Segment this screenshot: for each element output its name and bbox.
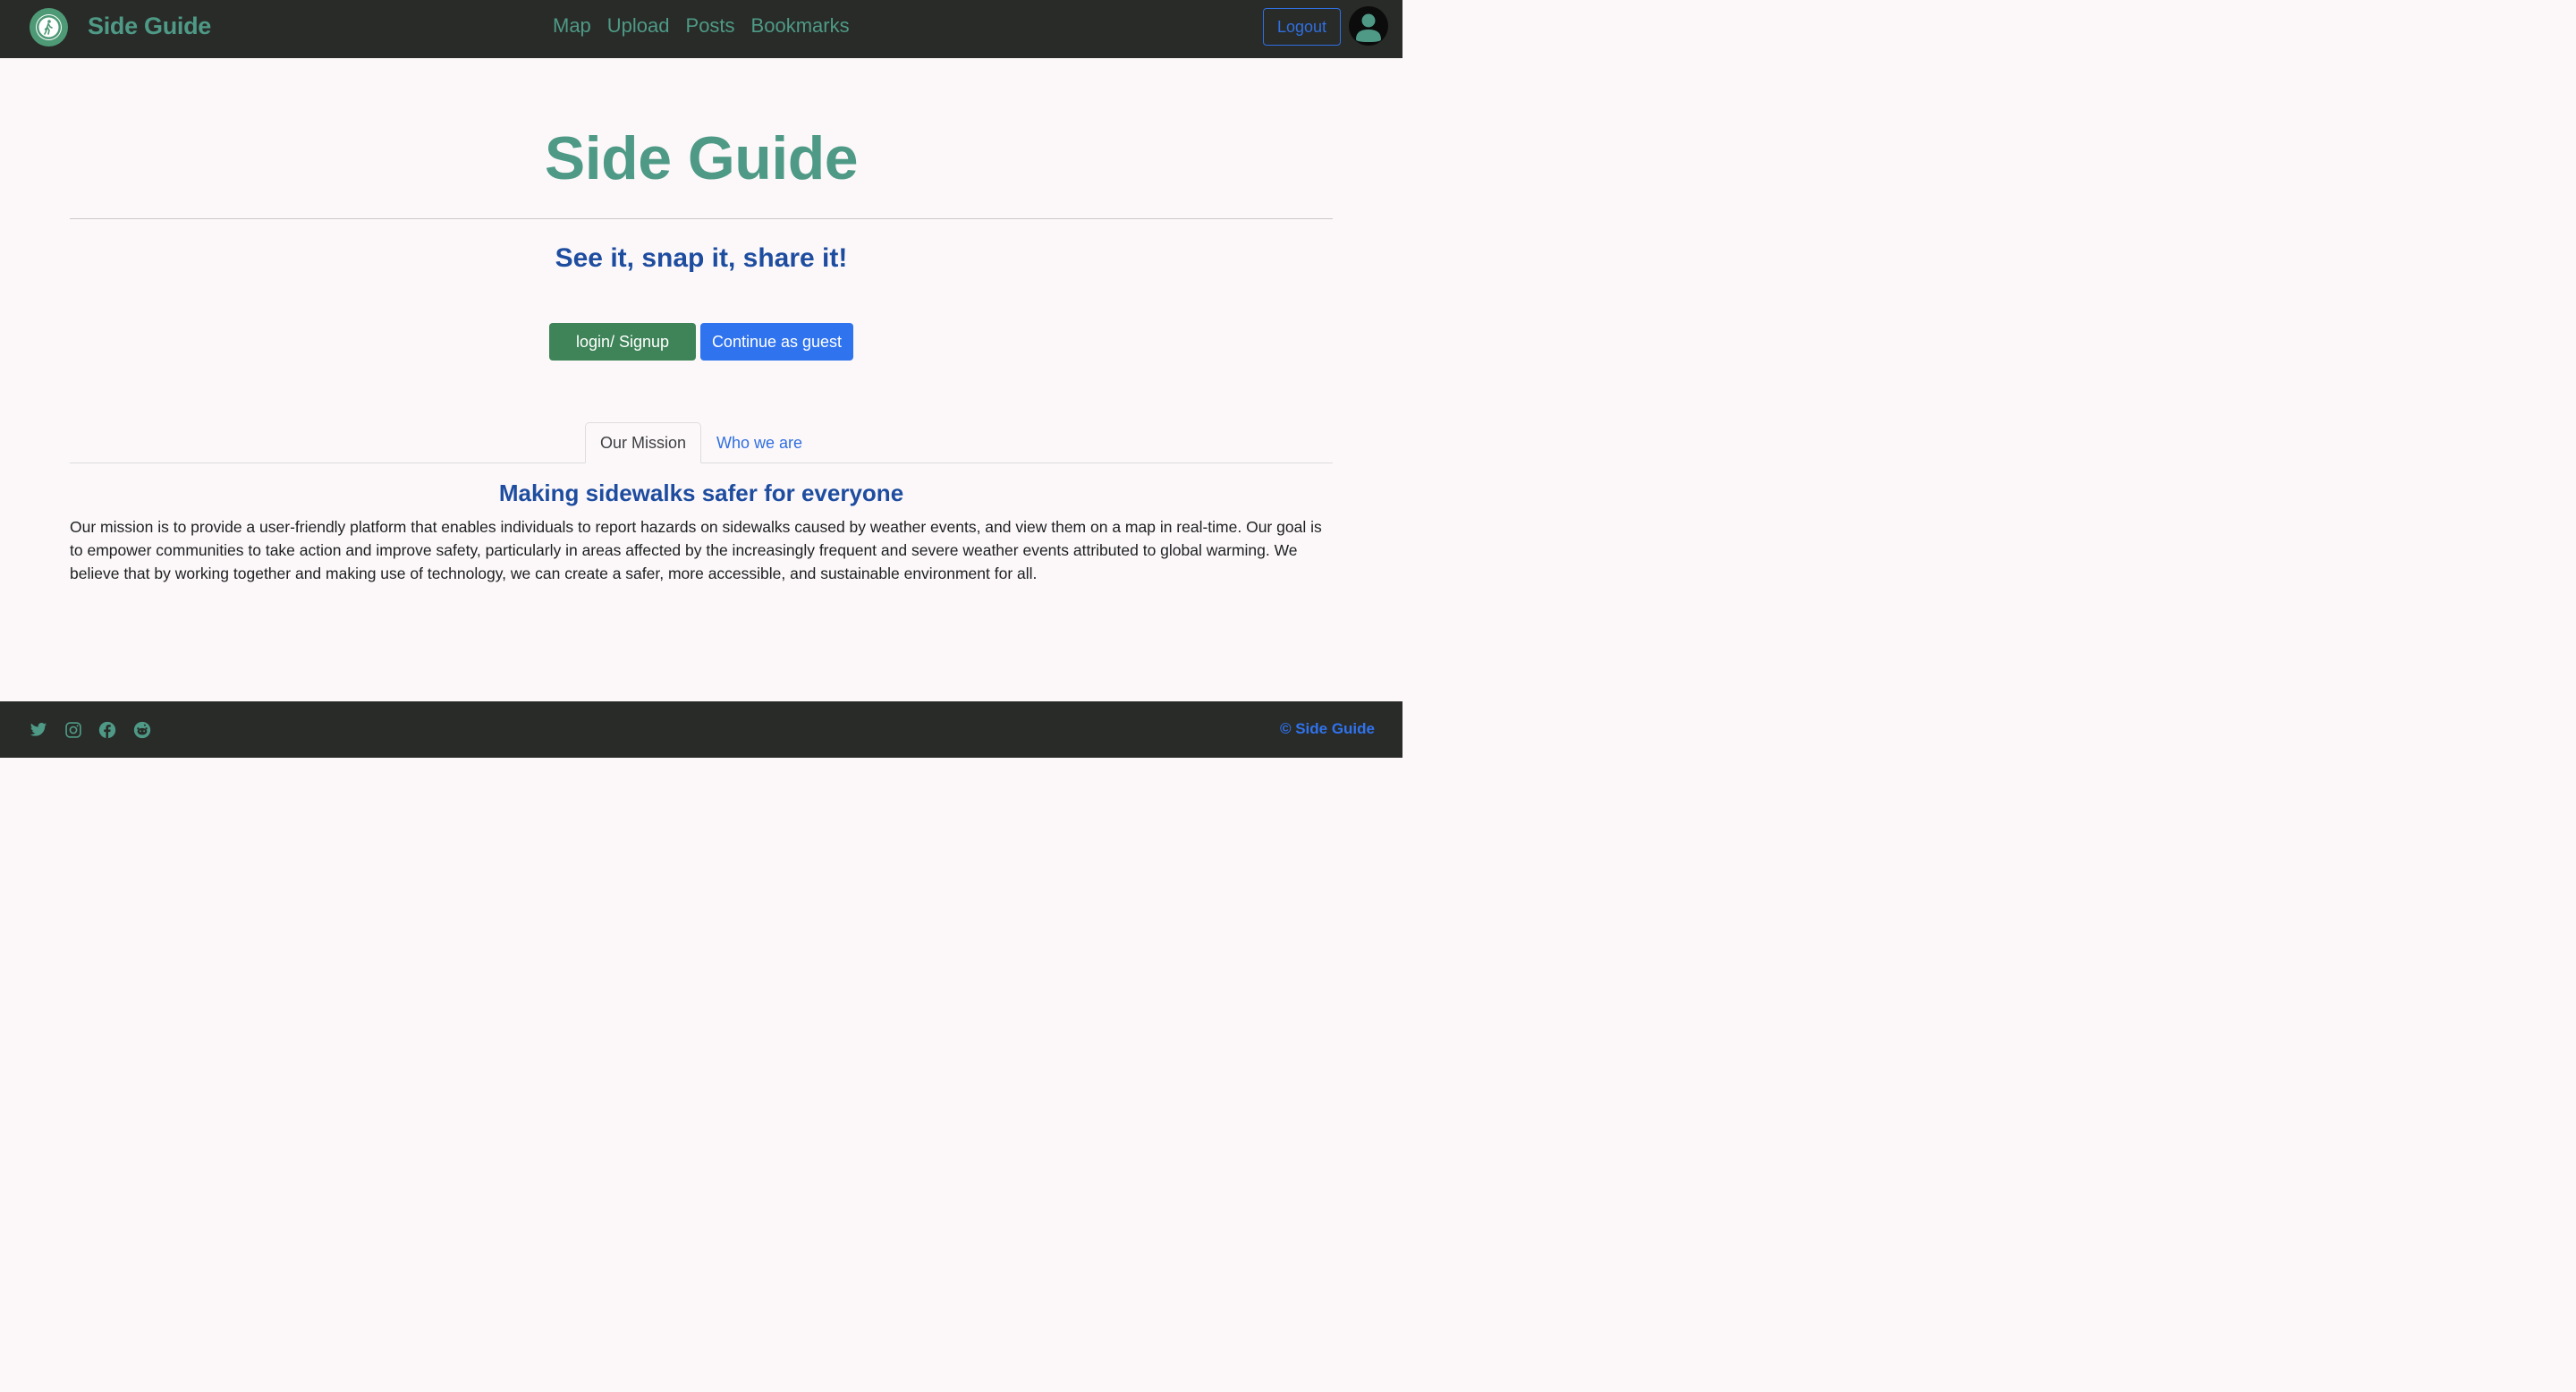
navbar: Side Guide Map Upload Posts Bookmarks Lo… <box>0 0 1402 58</box>
nav-map[interactable]: Map <box>553 14 591 38</box>
walking-person-icon[interactable] <box>30 8 68 47</box>
logo-inner <box>36 14 62 40</box>
tab-who-we-are[interactable]: Who we are <box>703 422 816 463</box>
nav-posts[interactable]: Posts <box>686 14 735 38</box>
twitter-icon[interactable] <box>30 721 47 739</box>
main-nav: Map Upload Posts Bookmarks <box>553 14 850 38</box>
reddit-icon[interactable] <box>133 721 151 739</box>
continue-as-guest-button[interactable]: Continue as guest <box>700 323 853 361</box>
nav-upload[interactable]: Upload <box>607 14 670 38</box>
mission-text: Our mission is to provide a user-friendl… <box>70 518 1322 582</box>
page-title: Side Guide <box>544 124 859 192</box>
footer <box>0 701 1402 758</box>
facebook-icon[interactable] <box>98 721 116 739</box>
user-avatar-icon[interactable] <box>1349 6 1388 46</box>
tab-our-mission[interactable]: Our Mission <box>585 422 701 463</box>
tagline: See it, snap it, share it! <box>555 243 848 273</box>
title-divider <box>70 218 1333 219</box>
brand-name[interactable]: Side Guide <box>88 13 211 40</box>
nav-bookmarks[interactable]: Bookmarks <box>751 14 850 38</box>
copyright-text: © Side Guide <box>1279 720 1375 737</box>
instagram-icon[interactable] <box>64 721 82 739</box>
login-signup-button[interactable]: login/ Signup <box>549 323 696 361</box>
mission-heading: Making sidewalks safer for everyone <box>498 480 904 506</box>
logout-button[interactable]: Logout <box>1263 8 1341 46</box>
